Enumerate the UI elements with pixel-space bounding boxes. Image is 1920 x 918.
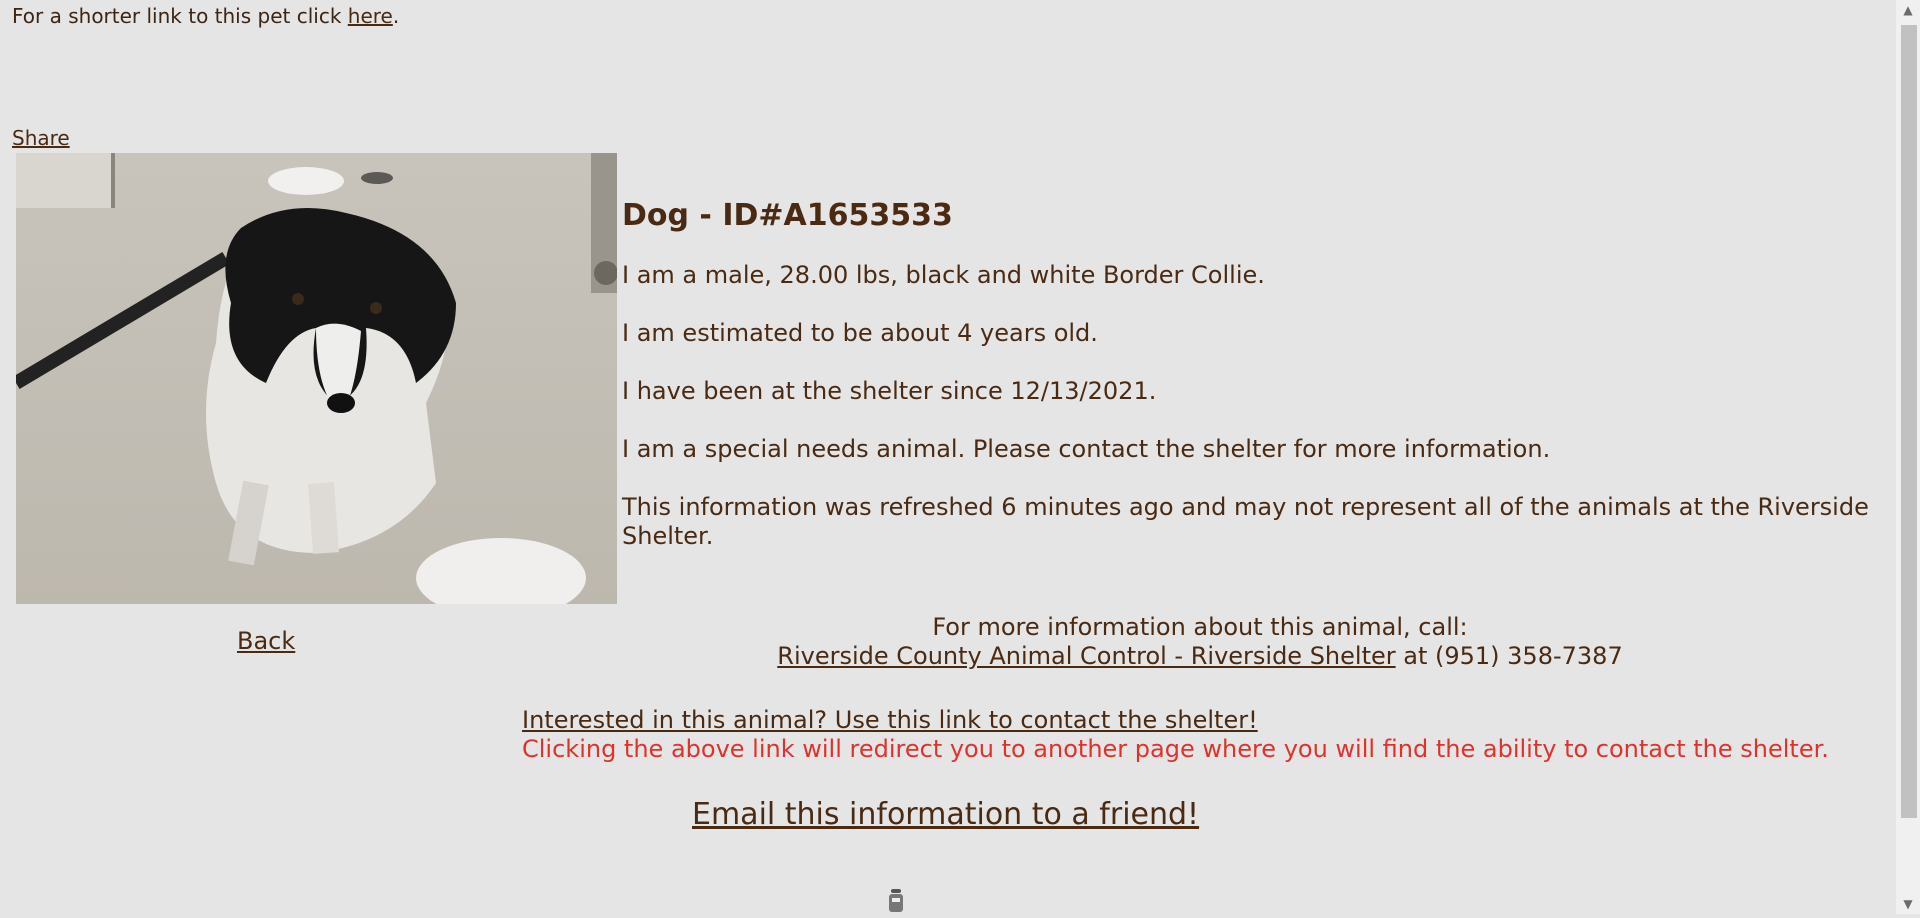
email-friend-link[interactable]: Email this information to a friend! [692, 797, 1199, 832]
back-link[interactable]: Back [237, 627, 295, 655]
scroll-down-icon[interactable]: ▼ [1896, 894, 1920, 914]
short-link-here[interactable]: here [348, 4, 393, 28]
share-link[interactable]: Share [12, 126, 70, 150]
shelter-phone: at (951) 358-7387 [1395, 642, 1623, 670]
pet-special-needs: I am a special needs animal. Please cont… [622, 435, 1551, 463]
pet-shelter-since: I have been at the shelter since 12/13/2… [622, 377, 1157, 405]
redirect-note: Clicking the above link will redirect yo… [522, 735, 1829, 763]
scrollbar-thumb[interactable] [1901, 25, 1917, 818]
call-info: For more information about this animal, … [700, 613, 1700, 671]
short-link-suffix: . [392, 4, 400, 28]
pet-age: I am estimated to be about 4 years old. [622, 319, 1098, 347]
short-link-notice: For a shorter link to this pet click her… [12, 4, 399, 28]
refresh-note: This information was refreshed 6 minutes… [622, 493, 1869, 550]
pet-info: Dog - ID#A1653533 I am a male, 28.00 lbs… [622, 196, 1882, 580]
loading-spinner-icon [887, 888, 905, 914]
contact-shelter-link[interactable]: Interested in this animal? Use this link… [522, 706, 1258, 734]
pet-heading: Dog - ID#A1653533 [622, 198, 953, 233]
call-line: Riverside County Animal Control - Rivers… [700, 642, 1700, 671]
call-intro: For more information about this animal, … [932, 613, 1468, 641]
contact-info: Interested in this animal? Use this link… [522, 706, 1829, 764]
pet-photo [16, 153, 617, 604]
shelter-link[interactable]: Riverside County Animal Control - Rivers… [777, 642, 1395, 670]
short-link-prefix: For a shorter link to this pet click [12, 4, 348, 28]
pet-description: I am a male, 28.00 lbs, black and white … [622, 261, 1265, 289]
scroll-up-icon[interactable]: ▲ [1896, 0, 1920, 20]
vertical-scrollbar[interactable]: ▲ ▼ [1896, 0, 1920, 914]
